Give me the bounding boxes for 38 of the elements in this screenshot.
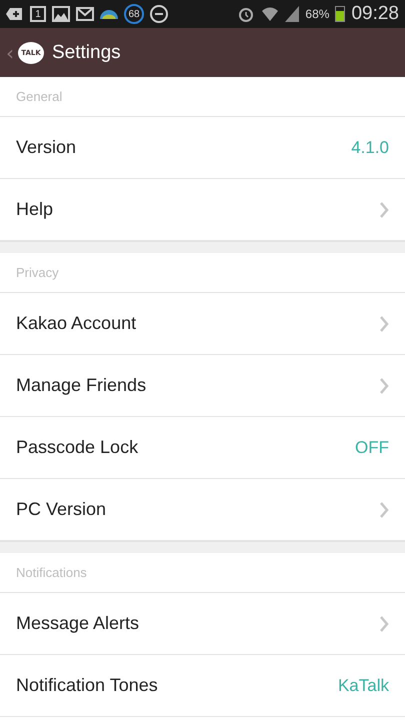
chevron-icon [380,502,389,518]
section-title: General [16,89,62,104]
settings-row[interactable]: Manage Friends [0,355,405,417]
chevron-icon [380,616,389,632]
clock-time: 09:28 [351,3,399,25]
settings-row[interactable]: Kakao Account [0,293,405,355]
page-title: Settings [52,42,121,64]
settings-row[interactable]: Message Alerts [0,593,405,655]
row-label: Help [16,199,54,220]
row-label: Version [16,137,78,158]
wifi-icon [261,6,280,22]
calendar-icon: 1 [30,6,46,22]
mail-icon [76,6,94,22]
row-label: Passcode Lock [16,437,140,458]
battery-icon [335,6,346,22]
counter-badge: 68 [124,4,144,24]
settings-row[interactable]: Passcode Lock OFF [0,417,405,479]
signal-icon [285,6,300,22]
row-value: 4.1.0 [351,138,389,158]
settings-row[interactable]: Version 4.1.0 [0,117,405,179]
row-label: Kakao Account [16,313,138,334]
weather-icon [100,10,118,18]
row-value: OFF [355,438,389,458]
row-label: PC Version [16,499,108,520]
add-icon [6,6,24,22]
section-title: Privacy [16,265,59,280]
settings-row[interactable]: Notification Tones KaTalk [0,655,405,717]
battery-percent: 68% [305,7,330,21]
row-value: KaTalk [338,676,389,696]
chevron-icon [380,316,389,332]
chevron-icon [380,202,389,218]
row-label: Manage Friends [16,375,148,396]
block-icon [150,5,168,23]
row-label: Message Alerts [16,613,140,634]
section-title: Notifications [16,565,87,580]
image-icon [52,6,70,22]
chevron-icon [380,378,389,394]
row-label: Notification Tones [16,675,159,696]
